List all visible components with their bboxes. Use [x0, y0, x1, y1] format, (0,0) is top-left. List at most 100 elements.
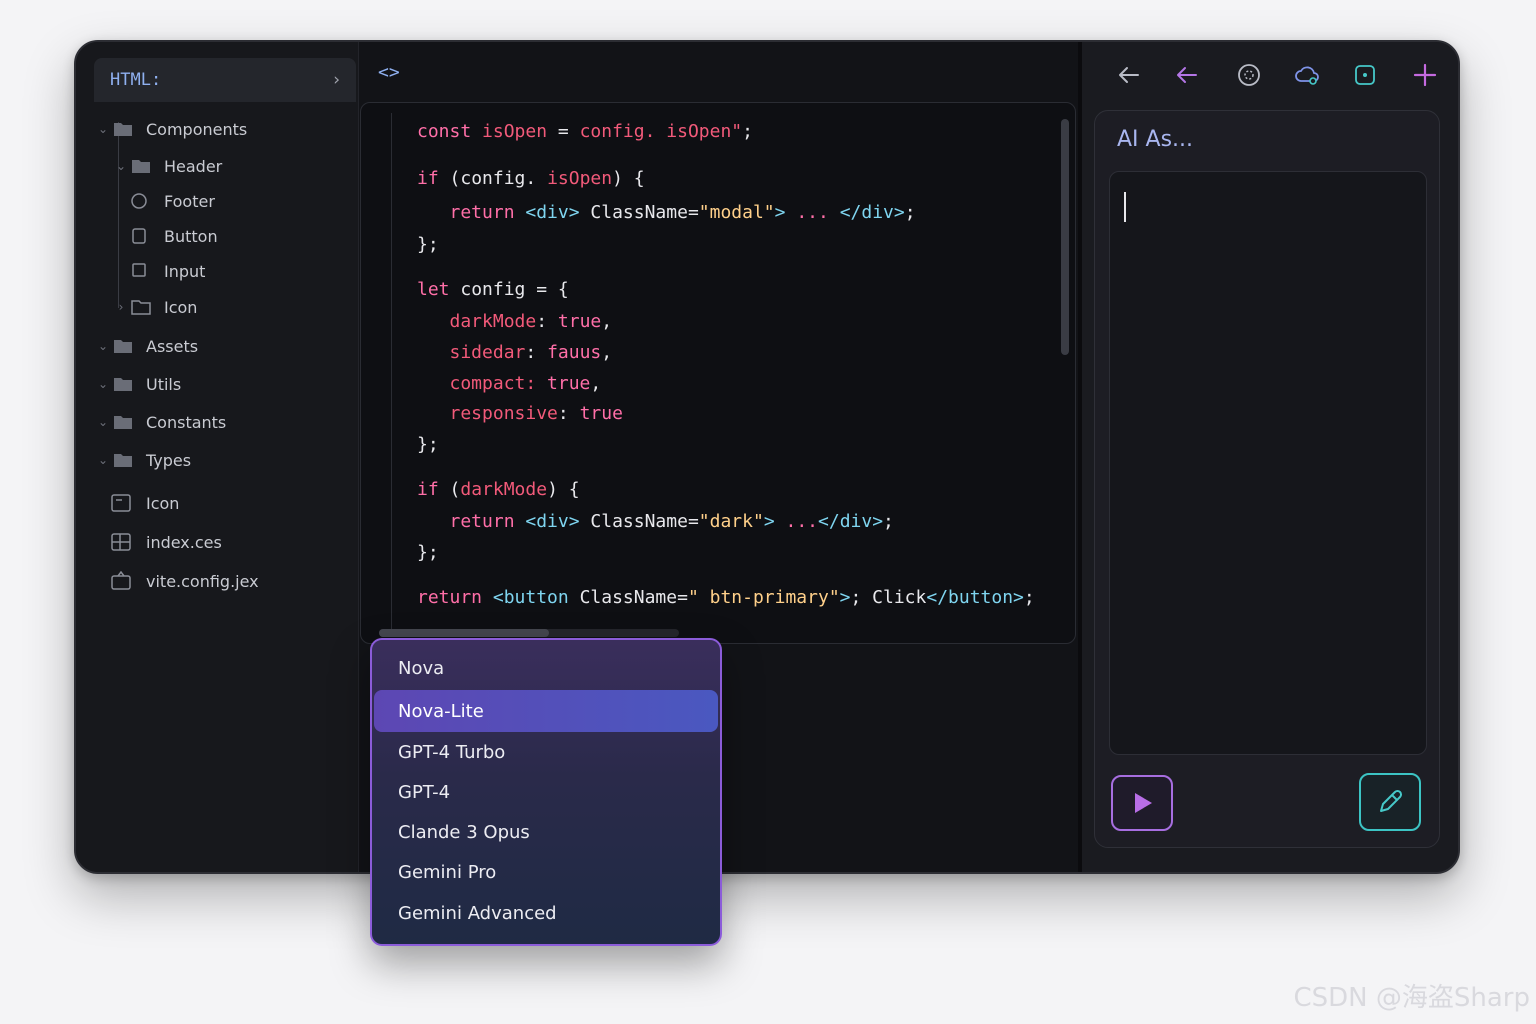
model-option[interactable]: Gemini Advanced — [398, 903, 557, 924]
tree-item-vite-config[interactable]: vite.config.jex — [110, 566, 259, 596]
code-token: "dark" — [698, 511, 764, 532]
code-line[interactable]: return <div> ClassName="dark"> ...</div>… — [417, 511, 894, 532]
chevron-right-icon[interactable]: › — [112, 300, 130, 314]
code-line[interactable]: const isOpen = config. isOpen"; — [417, 121, 753, 142]
tree-item-assets[interactable]: ⌄ Assets — [94, 331, 198, 361]
square-icon — [132, 263, 146, 277]
tree-item-utils[interactable]: ⌄ Utils — [94, 369, 181, 399]
code-line[interactable]: }; — [417, 542, 439, 563]
code-line[interactable]: let config = { — [417, 279, 569, 300]
package-icon — [111, 571, 131, 590]
code-token: darkMode — [460, 479, 548, 500]
tree-item-index-ces[interactable]: index.ces — [110, 527, 222, 557]
code-token: fauus — [547, 342, 602, 363]
code-token: return — [417, 202, 526, 223]
code-line[interactable]: }; — [417, 434, 439, 455]
model-option[interactable]: Gemini Pro — [398, 862, 496, 883]
folder-outline-icon — [131, 300, 151, 315]
model-option-selected[interactable]: Nova-Lite — [374, 690, 718, 732]
model-option[interactable]: GPT-4 Turbo — [398, 742, 505, 763]
code-token: : — [525, 342, 548, 363]
code-token: ; — [1023, 587, 1035, 608]
tree-item-label: Header — [164, 156, 223, 176]
tree-item-constants[interactable]: ⌄ Constants — [94, 407, 226, 437]
code-tab-icon[interactable]: <> — [378, 62, 400, 83]
tree-item-footer[interactable]: Footer — [130, 186, 215, 216]
file-explorer-sidebar: HTML: › ⌄ Components ⌄ Header Footer But… — [76, 42, 359, 872]
code-token: isOpen — [547, 168, 613, 189]
chevron-down-icon[interactable]: ⌄ — [94, 339, 112, 353]
chevron-down-icon[interactable]: ⌄ — [94, 122, 112, 136]
tree-item-icon-folder[interactable]: › Icon — [112, 292, 198, 322]
code-line[interactable]: responsive: true — [417, 403, 623, 424]
code-token: ClassName= — [590, 511, 699, 532]
chevron-down-icon[interactable]: ⌄ — [94, 377, 112, 391]
ai-prompt-input[interactable] — [1109, 171, 1427, 755]
code-token: if — [417, 479, 450, 500]
horizontal-scrollbar-thumb[interactable] — [379, 629, 549, 637]
tree-item-label: Components — [146, 119, 248, 139]
tree-item-label: Footer — [164, 191, 215, 211]
code-token: true — [579, 403, 623, 424]
vertical-scrollbar[interactable] — [1061, 119, 1069, 355]
grid-file-icon — [111, 533, 131, 551]
code-token: sidedar — [417, 342, 526, 363]
code-line[interactable]: sidedar: fauus, — [417, 342, 613, 363]
code-token: return — [417, 511, 526, 532]
square-icon — [132, 228, 146, 244]
arrow-left-icon[interactable] — [1172, 60, 1202, 90]
tree-item-icon-file[interactable]: Icon — [110, 488, 179, 518]
model-option[interactable]: Clande 3 Opus — [398, 822, 530, 843]
model-dropdown[interactable]: Nova Nova-Lite GPT-4 Turbo GPT-4 Clande … — [370, 638, 722, 946]
code-line[interactable]: if (darkMode) { — [417, 479, 580, 500]
tree-item-types[interactable]: ⌄ Types — [94, 445, 191, 475]
cloud-icon[interactable] — [1292, 60, 1322, 90]
code-line[interactable]: return <button ClassName=" btn-primary">… — [417, 587, 1035, 608]
code-token: ; Click — [850, 587, 927, 608]
code-line[interactable]: }; — [417, 234, 439, 255]
send-button[interactable] — [1111, 775, 1173, 831]
tree-item-label: Constants — [146, 412, 227, 432]
model-option[interactable]: Nova — [398, 658, 444, 679]
edit-button[interactable] — [1359, 773, 1421, 831]
tree-item-input[interactable]: Input — [130, 256, 205, 286]
tree-item-button[interactable]: Button — [130, 221, 218, 251]
code-token: darkMode — [417, 311, 537, 332]
code-token: ... — [796, 202, 840, 223]
code-token: if — [417, 168, 450, 189]
chevron-down-icon[interactable]: ⌄ — [94, 453, 112, 467]
code-line[interactable]: compact: true, — [417, 373, 602, 394]
tree-item-label: Button — [164, 226, 218, 246]
plus-icon[interactable] — [1410, 60, 1440, 90]
globe-icon[interactable] — [1234, 60, 1264, 90]
code-token: }; — [417, 434, 439, 455]
code-line[interactable]: darkMode: true, — [417, 311, 613, 332]
chevron-down-icon[interactable]: ⌄ — [112, 159, 130, 173]
code-token: "modal" — [698, 202, 775, 223]
arrow-left-icon[interactable] — [1114, 60, 1144, 90]
code-token: = — [547, 121, 580, 142]
code-token: </div> — [839, 202, 905, 223]
tree-item-header[interactable]: ⌄ Header — [112, 151, 222, 181]
tree-item-label: index.ces — [146, 532, 222, 552]
code-line[interactable]: if (config. isOpen) { — [417, 168, 645, 189]
tree-item-label: Types — [146, 450, 192, 470]
chevron-right-icon[interactable]: › — [333, 58, 340, 102]
code-token: ; — [883, 511, 894, 532]
model-option[interactable]: GPT-4 — [398, 782, 450, 803]
html-tab-label: HTML: — [110, 70, 162, 90]
folder-icon — [114, 416, 132, 429]
window-icon — [111, 494, 131, 512]
code-editor[interactable]: const isOpen = config. isOpen"; if (confi… — [360, 102, 1076, 644]
code-token: }; — [417, 542, 439, 563]
indent-guide — [391, 113, 392, 633]
tree-item-components[interactable]: ⌄ Components — [94, 114, 247, 144]
text-cursor — [1124, 192, 1126, 222]
code-line[interactable]: return <div> ClassName="modal"> ... </di… — [417, 202, 916, 223]
chevron-down-icon[interactable]: ⌄ — [94, 415, 112, 429]
square-dot-icon[interactable] — [1350, 60, 1380, 90]
html-tab[interactable]: HTML: › — [94, 58, 356, 102]
code-token: isOpen — [482, 121, 548, 142]
code-token: ClassName= — [590, 202, 699, 223]
code-token: config. isOpen" — [579, 121, 743, 142]
